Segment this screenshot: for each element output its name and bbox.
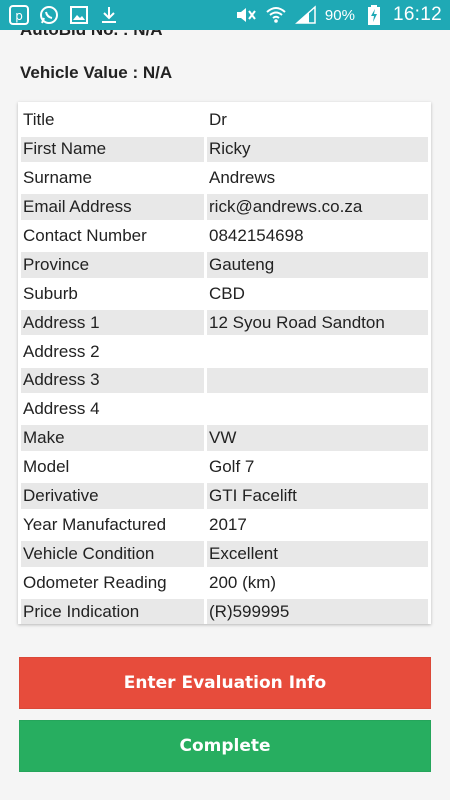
battery-percentage: 90% [324, 6, 355, 24]
row-label: Province [21, 252, 204, 278]
row-value: Gauteng [207, 252, 428, 278]
row-value: 200 (km) [209, 572, 277, 592]
notification-icons: p [8, 4, 120, 26]
app-notification-icon: p [8, 4, 30, 26]
table-row: Price Indication (R)599995 [21, 597, 428, 626]
row-label: Address 3 [21, 367, 204, 394]
row-label: Suburb [23, 283, 78, 303]
table-row: Address 2 [21, 337, 428, 366]
row-label: Derivative [21, 483, 204, 509]
row-label: Address 2 [23, 341, 100, 361]
table-row: Email Address rick@andrews.co.za [21, 193, 428, 222]
enter-evaluation-info-button[interactable]: Enter Evaluation Info [19, 657, 431, 709]
table-row: Address 4 [21, 395, 428, 424]
row-value [207, 397, 428, 423]
details-table: Title Dr First Name Ricky Surname Andrew… [18, 102, 431, 626]
table-row: Vehicle Condition Excellent [21, 539, 428, 568]
table-row: Suburb CBD [21, 279, 428, 308]
gallery-icon [68, 4, 90, 26]
download-icon [98, 4, 120, 26]
table-row: Model Golf 7 [21, 453, 428, 482]
row-value: Andrews [209, 168, 276, 188]
row-label: Make [21, 425, 204, 451]
whatsapp-icon [38, 4, 60, 26]
row-label: Address 1 [21, 309, 204, 336]
row-label: Contact Number [23, 226, 147, 245]
table-row: Make VW [21, 424, 428, 453]
row-label: First Name [21, 136, 204, 163]
status-bar: p 90% 16:12 [0, 0, 450, 30]
table-row: Contact Number 0842154698 [21, 222, 428, 251]
row-value: Golf 7 [209, 457, 255, 477]
row-value: rick@andrews.co.za [207, 194, 428, 220]
table-row: Address 3 [21, 366, 428, 395]
row-value: CBD [209, 283, 245, 303]
svg-text:p: p [15, 9, 23, 23]
vehicle-details-screen: AutoBid No. : N/A Vehicle Value : N/A Ti… [0, 30, 450, 800]
table-row: Title Dr [21, 106, 428, 135]
row-value: Dr [209, 110, 227, 130]
system-icons: 90% 16:12 [235, 4, 442, 26]
row-value: 0842154698 [209, 226, 304, 245]
signal-icon [294, 4, 317, 26]
vehicle-value: Vehicle Value : N/A [20, 63, 173, 82]
row-label: Surname [23, 168, 92, 188]
row-label: Email Address [21, 194, 204, 220]
table-row: Derivative GTI Facelift [21, 482, 428, 511]
table-row: First Name Ricky [21, 135, 428, 164]
clock: 16:12 [392, 4, 442, 25]
table-row: Odometer Reading 200 (km) [21, 568, 428, 597]
row-value: Excellent [207, 541, 428, 567]
row-label: Price Indication [21, 598, 204, 625]
row-value: GTI Facelift [207, 483, 428, 509]
table-row: Province Gauteng [21, 250, 428, 279]
row-label: Year Manufactured [23, 514, 167, 534]
autobid-number: AutoBid No. : N/A [20, 30, 163, 40]
row-label: Title [23, 110, 55, 130]
row-value: VW [207, 425, 428, 451]
wifi-icon [265, 4, 287, 26]
row-value [207, 367, 428, 394]
row-label: Vehicle Condition [21, 541, 204, 567]
row-value: 12 Syou Road Sandton [207, 309, 428, 336]
row-value: 2017 [209, 514, 247, 534]
table-row: Surname Andrews [21, 164, 428, 193]
row-value: Ricky [207, 136, 428, 163]
row-label: Odometer Reading [23, 572, 167, 592]
table-row: Address 1 12 Syou Road Sandton [21, 308, 428, 337]
row-label: Address 4 [23, 399, 100, 419]
row-label: Model [23, 457, 70, 477]
complete-button[interactable]: Complete [19, 720, 431, 772]
mute-icon [235, 4, 257, 26]
row-value [207, 339, 428, 365]
battery-charging-icon [363, 4, 385, 26]
table-row: Year Manufactured 2017 [21, 510, 428, 539]
row-value: (R)599995 [207, 598, 428, 625]
